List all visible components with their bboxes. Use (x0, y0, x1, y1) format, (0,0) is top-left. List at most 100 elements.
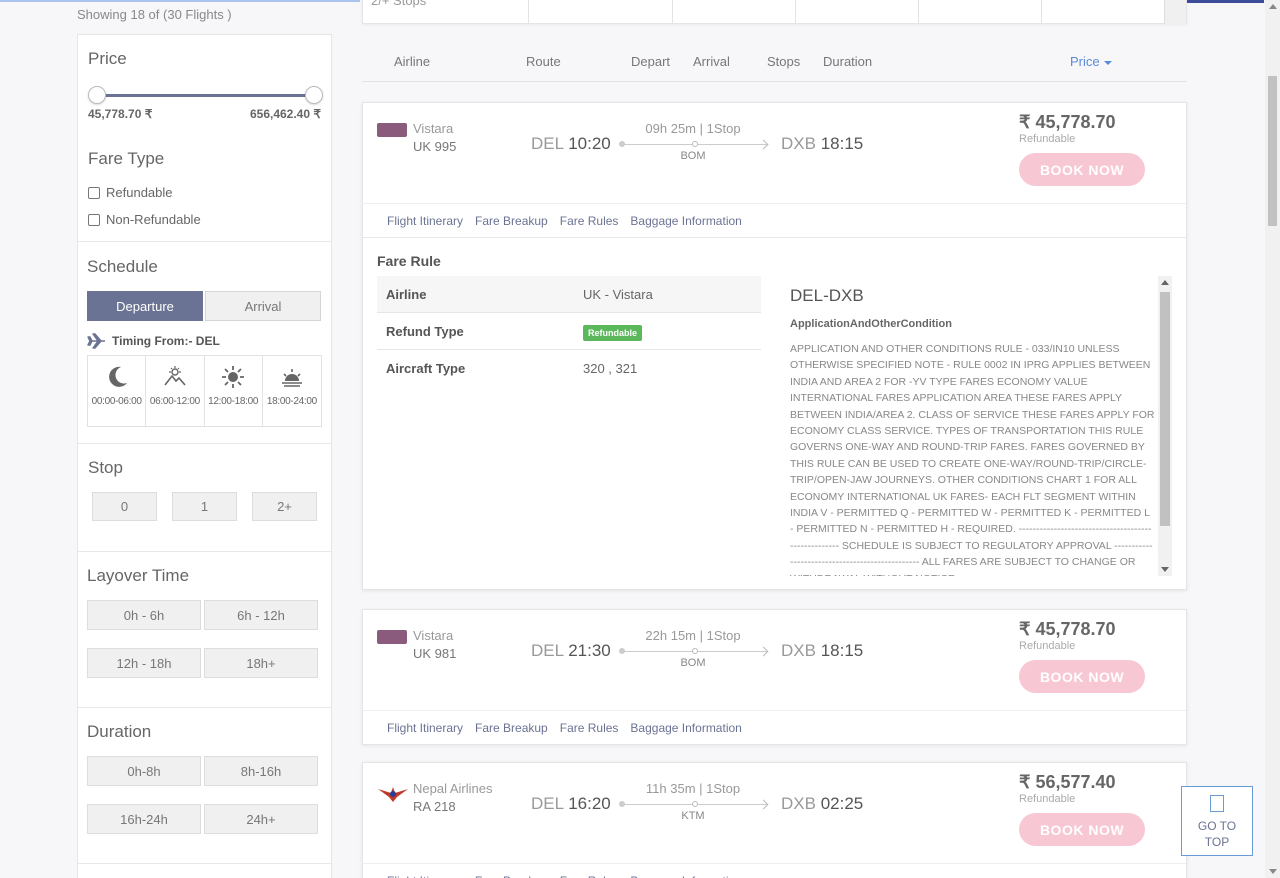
slot-evening[interactable]: 18:00-24:00 (263, 356, 321, 426)
slot-night[interactable]: 00:00-06:00 (88, 356, 147, 426)
fare-price: ₹ 45,778.70 (1019, 112, 1116, 132)
stops-cell[interactable] (528, 0, 651, 24)
non-refundable-checkbox[interactable] (88, 213, 100, 226)
route-line (619, 801, 767, 807)
fare-breakup-link[interactable]: Fare Breakup (475, 874, 548, 878)
stops-cell[interactable] (1041, 0, 1165, 24)
rule-condition: ApplicationAndOtherCondition (790, 318, 952, 330)
col-duration[interactable]: Duration (823, 54, 872, 69)
col-airline[interactable]: Airline (394, 54, 430, 69)
arr-time: 02:25 (820, 794, 864, 813)
col-price-sort[interactable]: Price (1070, 54, 1112, 69)
duration-option[interactable]: 8h-16h (204, 756, 318, 786)
slot-afternoon[interactable]: 12:00-18:00 (205, 356, 263, 426)
price-slider[interactable] (88, 85, 323, 105)
refundable-badge: Refundable (583, 324, 643, 341)
stop-options: 0 1 2+ (88, 492, 321, 521)
stops-cell[interactable] (672, 0, 795, 24)
flight-summary: Vistara UK 981 DEL 21:30 22h 15m | 1Stop… (363, 610, 1186, 710)
col-stops[interactable]: Stops (767, 54, 800, 69)
go-to-top-button[interactable]: GO TO TOP (1181, 786, 1253, 856)
fare-rules-link[interactable]: Fare Rules (560, 874, 619, 878)
page-scroll-thumb[interactable] (1268, 76, 1277, 226)
rule-key: Airline (386, 286, 427, 302)
slot-label: 00:00-06:00 (91, 396, 142, 407)
stops-strip-scroll[interactable] (1164, 0, 1186, 24)
caret-down-icon (1103, 60, 1112, 65)
fare-type-filter: Fare Type Refundable Non-Refundable (88, 149, 321, 227)
flight-itinerary-link[interactable]: Flight Itinerary (387, 214, 463, 228)
page-scrollbar[interactable] (1265, 0, 1280, 878)
refund-status: Refundable (1019, 640, 1076, 652)
stops-cell[interactable] (918, 0, 1041, 24)
flight-itinerary-link[interactable]: Flight Itinerary (387, 874, 463, 878)
flight-number: UK 981 (413, 646, 457, 661)
scroll-down-icon[interactable] (1269, 869, 1277, 874)
slot-label: 06:00-12:00 (149, 396, 200, 407)
scroll-up-icon[interactable] (1269, 4, 1277, 9)
stop-2plus-button[interactable]: 2+ (252, 492, 317, 521)
stop-filter: Stop 0 1 2+ (78, 444, 331, 552)
duration-stops: 09h 25m | 1Stop (645, 121, 741, 136)
baggage-info-link[interactable]: Baggage Information (630, 874, 741, 878)
departure: DEL 21:30 (531, 641, 611, 661)
fare-rules-link[interactable]: Fare Rules (560, 214, 619, 228)
layover-options: 0h - 6h 6h - 12h 12h - 18h 18h+ (87, 600, 322, 678)
tab-arrival[interactable]: Arrival (205, 291, 321, 321)
col-depart[interactable]: Depart (631, 54, 670, 69)
timing-from: Timing From:- DEL (87, 333, 322, 349)
duration-option[interactable]: 16h-24h (87, 804, 201, 834)
col-price-label: Price (1070, 54, 1100, 69)
book-now-button[interactable]: BOOK NOW (1019, 660, 1145, 693)
rule-scrollbar[interactable] (1158, 276, 1172, 576)
arr-time: 18:15 (820, 641, 864, 660)
fare-rules-link[interactable]: Fare Rules (560, 721, 619, 735)
non-refundable-option[interactable]: Non-Refundable (88, 212, 321, 227)
scroll-up-icon[interactable] (1161, 280, 1169, 285)
departure: DEL 16:20 (531, 794, 611, 814)
refundable-checkbox[interactable] (88, 186, 100, 199)
stop-1-button[interactable]: 1 (172, 492, 237, 521)
fare-breakup-link[interactable]: Fare Breakup (475, 721, 548, 735)
layover-option[interactable]: 18h+ (204, 648, 318, 678)
stops-cell[interactable] (795, 0, 918, 24)
baggage-info-link[interactable]: Baggage Information (630, 214, 741, 228)
book-now-button[interactable]: BOOK NOW (1019, 153, 1145, 186)
tab-departure[interactable]: Departure (87, 291, 203, 321)
refundable-option[interactable]: Refundable (88, 185, 321, 200)
col-route[interactable]: Route (526, 54, 561, 69)
duration-filter: Duration 0h-8h 8h-16h 16h-24h 24h+ (78, 708, 331, 864)
refundable-label: Refundable (106, 185, 173, 200)
col-arrival[interactable]: Arrival (693, 54, 730, 69)
fare-breakup-link[interactable]: Fare Breakup (475, 214, 548, 228)
scroll-down-icon[interactable] (1161, 567, 1169, 572)
duration-option[interactable]: 24h+ (204, 804, 318, 834)
layover-option[interactable]: 12h - 18h (87, 648, 201, 678)
duration-option[interactable]: 0h-8h (87, 756, 201, 786)
schedule-filter: Schedule Departure Arrival Timing From:-… (78, 241, 331, 444)
price-min-handle[interactable] (88, 86, 106, 104)
slot-morning[interactable]: 06:00-12:00 (146, 356, 205, 426)
stop-dot (692, 801, 698, 807)
vistara-logo-icon (377, 630, 407, 644)
layover-option[interactable]: 6h - 12h (204, 600, 318, 630)
rule-text-box[interactable]: DEL-DXB ApplicationAndOtherCondition APP… (790, 276, 1172, 576)
fare-type-title: Fare Type (88, 149, 165, 168)
go-to-label: GO TO (1197, 819, 1237, 833)
price-max-handle[interactable] (305, 86, 323, 104)
arr-time: 18:15 (820, 134, 864, 153)
stop-0-button[interactable]: 0 (92, 492, 157, 521)
flight-summary: Nepal Airlines RA 218 DEL 16:20 11h 35m … (363, 763, 1186, 863)
arr-code: DXB (781, 794, 816, 813)
layover-filter: Layover Time 0h - 6h 6h - 12h 12h - 18h … (78, 552, 331, 708)
baggage-info-link[interactable]: Baggage Information (630, 721, 741, 735)
scroll-thumb[interactable] (1160, 292, 1170, 526)
sun-icon (222, 366, 245, 388)
layover-option[interactable]: 0h - 6h (87, 600, 201, 630)
book-now-button[interactable]: BOOK NOW (1019, 813, 1145, 846)
table-row: Aircraft Type 320 , 321 (377, 350, 761, 387)
flight-itinerary-link[interactable]: Flight Itinerary (387, 721, 463, 735)
price-title: Price (88, 49, 127, 68)
departure: DEL 10:20 (531, 134, 611, 154)
results-header: Airline Route Depart Arrival Stops Durat… (362, 42, 1187, 82)
